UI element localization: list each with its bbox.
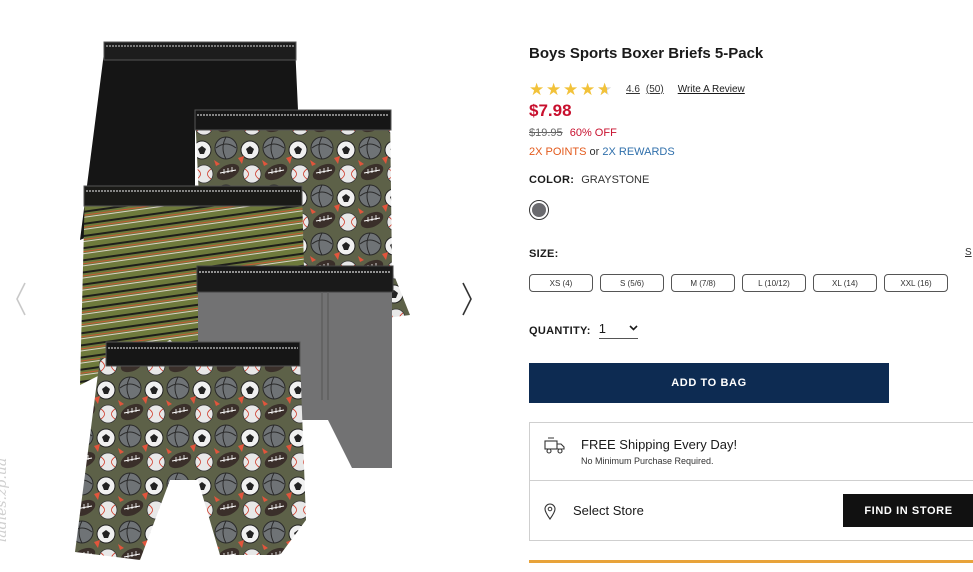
or-text: or (589, 146, 600, 158)
accent-divider (529, 560, 973, 563)
watermark: ladies.zp.ua (0, 457, 11, 543)
size-options: XS (4) S (5/6) M (7/8) L (10/12) XL (14)… (529, 274, 948, 292)
rating-value[interactable]: 4.6 (626, 84, 640, 95)
discount-badge: 60% OFF (569, 127, 617, 139)
size-label: SIZE: (529, 248, 559, 260)
truck-icon (544, 437, 565, 454)
size-option-s[interactable]: S (5/6) (600, 274, 664, 292)
star-icon: ★ (580, 79, 596, 99)
quantity-row: QUANTITY: 1 (529, 321, 638, 339)
fulfillment-box: FREE Shipping Every Day! No Minimum Purc… (529, 422, 973, 541)
color-swatch-graystone[interactable] (529, 200, 549, 220)
star-half-icon: ★ ★ (597, 79, 613, 99)
sale-price: $7.98 (529, 101, 572, 120)
rating-row: ★ ★ ★ ★ ★ ★ 4.6 (50) Write A Review (529, 80, 745, 98)
star-rating: ★ ★ ★ ★ ★ ★ (529, 81, 614, 98)
product-image (75, 41, 410, 560)
size-option-l[interactable]: L (10/12) (742, 274, 806, 292)
color-value: GRAYSTONE (581, 174, 650, 186)
points-text: 2X POINTS (529, 146, 587, 158)
size-chart-link[interactable]: S (965, 247, 972, 258)
map-pin-icon (544, 503, 556, 520)
quantity-label: QUANTITY: (529, 324, 591, 337)
quantity-select[interactable]: 1 (598, 321, 638, 339)
write-review-link[interactable]: Write A Review (678, 84, 745, 95)
product-details: Boys Sports Boxer Briefs 5-Pack ★ ★ ★ ★ … (529, 0, 973, 572)
chevron-left-icon[interactable] (15, 282, 27, 316)
size-option-xs[interactable]: XS (4) (529, 274, 593, 292)
product-gallery: ladies.zp.ua (0, 0, 500, 572)
quantity-value: 1 (598, 321, 607, 336)
star-icon: ★ (563, 79, 579, 99)
original-price-row: $19.95 60% OFF (529, 127, 617, 139)
star-icon: ★ (546, 79, 562, 99)
rewards-row: 2X POINTS or 2X REWARDS (529, 146, 675, 158)
chevron-down-icon (629, 325, 638, 331)
chevron-right-icon[interactable] (461, 282, 473, 316)
original-price: $19.95 (529, 127, 563, 139)
find-in-store-button[interactable]: FIND IN STORE (843, 494, 973, 527)
product-title: Boys Sports Boxer Briefs 5-Pack (529, 45, 764, 62)
select-store-link[interactable]: Select Store (573, 503, 644, 518)
color-row: COLOR: GRAYSTONE (529, 174, 649, 186)
store-row: Select Store FIND IN STORE (530, 481, 973, 541)
rating-count[interactable]: (50) (646, 84, 664, 95)
color-label: COLOR: (529, 174, 575, 186)
size-option-m[interactable]: M (7/8) (671, 274, 735, 292)
size-option-xxl[interactable]: XXL (16) (884, 274, 948, 292)
add-to-bag-button[interactable]: ADD TO BAG (529, 363, 889, 403)
swatch-fill (532, 203, 546, 217)
shipping-row: FREE Shipping Every Day! No Minimum Purc… (530, 423, 973, 481)
shipping-subtitle: No Minimum Purchase Required. (581, 456, 714, 466)
rewards-text: 2X REWARDS (602, 146, 675, 158)
star-icon: ★ (529, 79, 545, 99)
shipping-title: FREE Shipping Every Day! (581, 437, 738, 452)
size-option-xl[interactable]: XL (14) (813, 274, 877, 292)
